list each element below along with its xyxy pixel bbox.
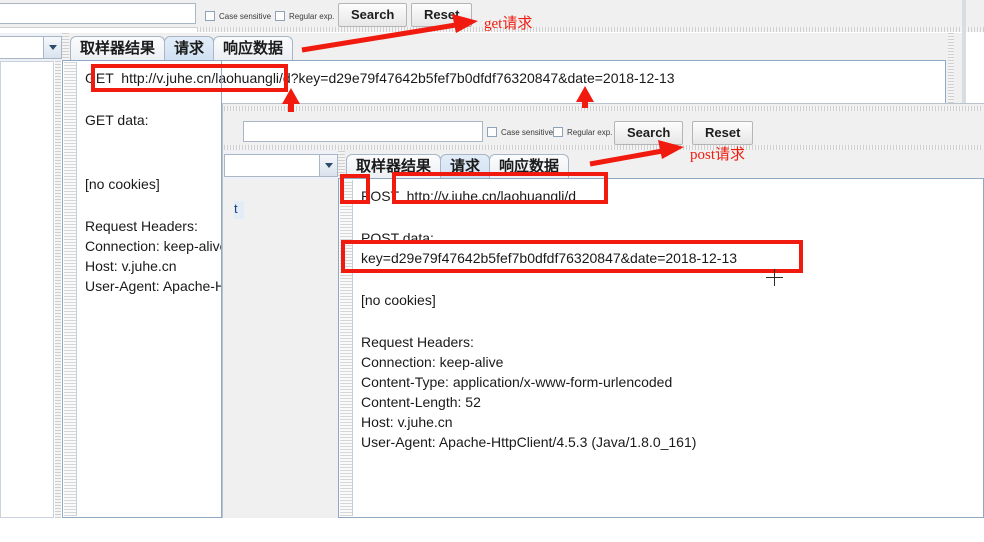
post-reset-button[interactable]: Reset: [692, 121, 754, 145]
post-header-content-length: Content-Length: 52: [361, 394, 481, 410]
get-window-right-splitter[interactable]: [948, 33, 954, 103]
get-pane-scrollbar-overlay[interactable]: [64, 62, 77, 516]
get-cookies-overlay: [no cookies]: [85, 176, 160, 192]
post-request-line: POST http://v.juhe.cn/laohuangli/d: [361, 188, 577, 204]
get-request-pane-overlay: GET http://v.juhe.cn/laohuangli/d?key=d2…: [62, 60, 222, 518]
get-regular-exp-label: Regular exp.: [289, 11, 335, 21]
post-regular-exp-checkbox[interactable]: Regular exp.: [553, 127, 612, 137]
get-regular-exp-checkbox[interactable]: Regular exp.: [275, 11, 334, 21]
post-annotation-label: post请求: [690, 147, 746, 163]
get-search-button[interactable]: Search: [338, 3, 408, 27]
tab-request[interactable]: 请求: [164, 36, 215, 61]
tab-response-data[interactable]: 响应数据: [213, 36, 294, 61]
post-pane-content: POST http://v.juhe.cn/laohuangli/d POST …: [353, 179, 983, 517]
tab-sampler-result[interactable]: 取样器结果: [346, 154, 442, 179]
checkbox-box: [205, 11, 215, 21]
chevron-down-icon[interactable]: [319, 155, 337, 176]
get-tab-splitter[interactable]: [62, 33, 69, 61]
post-request-pane: POST http://v.juhe.cn/laohuangli/d POST …: [338, 178, 984, 518]
get-header-host-overlay: Host: v.juhe.cn: [85, 258, 177, 274]
get-case-sensitive-checkbox[interactable]: Case sensitive: [205, 11, 271, 21]
post-toolbar-grip-bottom: [224, 145, 982, 150]
get-tree-combo[interactable]: [0, 36, 62, 59]
get-headers-label-overlay: Request Headers:: [85, 218, 198, 234]
post-case-sensitive-checkbox[interactable]: Case sensitive: [487, 127, 553, 137]
post-cookies: [no cookies]: [361, 292, 436, 308]
post-header-user-agent: User-Agent: Apache-HttpClient/4.5.3 (Jav…: [361, 434, 697, 450]
post-header-content-type: Content-Type: application/x-www-form-url…: [361, 374, 673, 390]
get-header-user-agent-overlay: User-Agent: Apache-Http: [85, 278, 221, 294]
post-headers-label: Request Headers:: [361, 334, 474, 350]
post-header-host: Host: v.juhe.cn: [361, 414, 453, 430]
get-reset-button[interactable]: Reset: [411, 3, 473, 27]
get-request-line-overlay: GET http://v.juhe.cn/laohuangli/d?key=d2…: [85, 70, 221, 86]
get-toolbar-grip: [197, 27, 984, 32]
post-header-connection: Connection: keep-alive: [361, 354, 504, 370]
post-toolbar-grip-top: [224, 106, 982, 111]
get-pane-content-overlay: GET http://v.juhe.cn/laohuangli/d?key=d2…: [77, 61, 221, 517]
get-tree-panel: [0, 61, 54, 518]
post-case-sensitive-label: Case sensitive: [501, 127, 554, 137]
post-data-label: POST data:: [361, 230, 434, 246]
tab-response-data[interactable]: 响应数据: [489, 154, 570, 179]
get-search-input[interactable]: [0, 3, 196, 24]
get-case-sensitive-label: Case sensitive: [219, 11, 272, 21]
post-data-value: key=d29e79f47642b5fef7b0dfdf76320847&dat…: [361, 250, 738, 266]
tab-request[interactable]: 请求: [440, 154, 491, 179]
get-tree-splitter[interactable]: [55, 61, 61, 518]
get-annotation-label: get请求: [484, 16, 533, 32]
post-tree-combo[interactable]: [224, 154, 338, 177]
get-header-connection-overlay: Connection: keep-alive: [85, 238, 221, 254]
get-tabstrip: 取样器结果 请求 响应数据: [70, 34, 294, 61]
post-regular-exp-label: Regular exp.: [567, 127, 613, 137]
post-search-input[interactable]: [243, 121, 483, 142]
tab-sampler-result[interactable]: 取样器结果: [70, 36, 166, 61]
post-tabstrip: 取样器结果 请求 响应数据: [346, 152, 570, 179]
get-data-label-overlay: GET data:: [85, 112, 149, 128]
checkbox-box: [553, 127, 563, 137]
get-pane-clipped-text: t: [234, 201, 244, 219]
checkbox-box: [275, 11, 285, 21]
post-pane-scrollbar[interactable]: [340, 180, 353, 516]
chevron-down-icon[interactable]: [43, 37, 61, 58]
post-tab-splitter[interactable]: [338, 151, 345, 179]
post-search-button[interactable]: Search: [614, 121, 684, 145]
checkbox-box: [487, 127, 497, 137]
